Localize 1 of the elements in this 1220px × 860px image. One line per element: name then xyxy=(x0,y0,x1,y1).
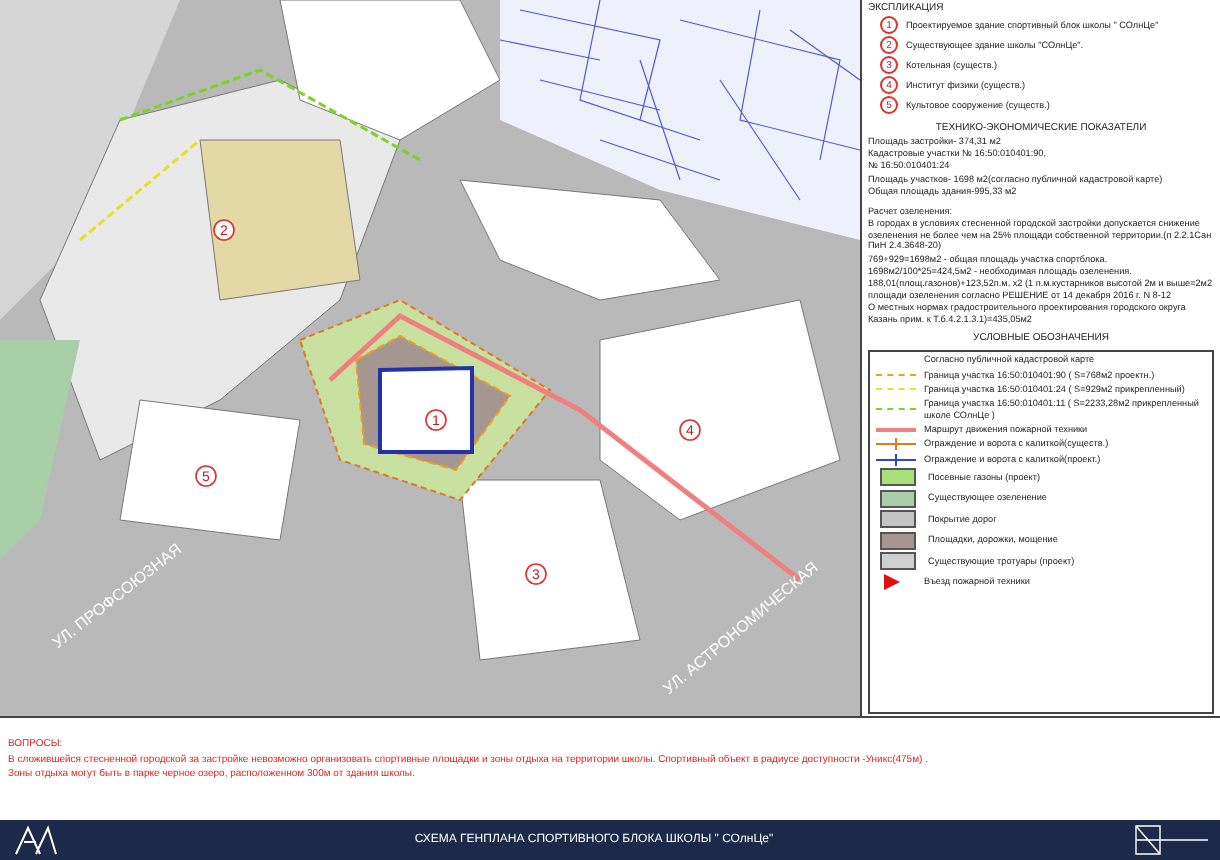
logo-icon xyxy=(12,824,60,856)
